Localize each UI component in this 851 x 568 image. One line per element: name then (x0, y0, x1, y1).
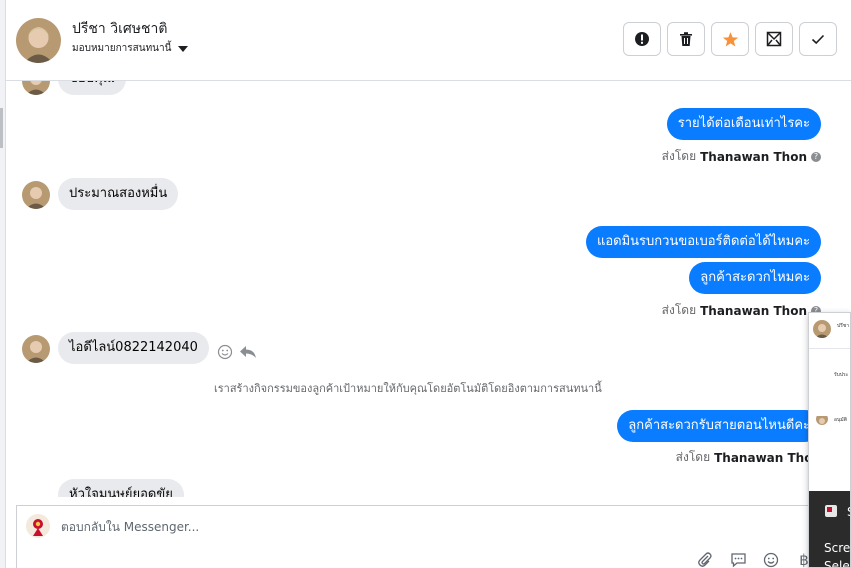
assign-conversation-dropdown[interactable]: มอบหมายการสนทนานี้ (72, 41, 189, 56)
sender-name: Thanawan Thon (714, 450, 821, 465)
float-line: รับประ (834, 372, 849, 378)
scrollbar-thumb[interactable] (0, 108, 3, 148)
incoming-message[interactable]: ประมาณสองหมื่น (58, 178, 179, 210)
assign-label: มอบหมายการสนทนานี้ (72, 43, 172, 54)
caret-down-icon (178, 45, 189, 52)
spam-button[interactable] (623, 22, 661, 56)
taskbar-preview: S Scre Sele (809, 491, 851, 568)
contact-name[interactable]: ปรีชา วิเศษชาติ (72, 18, 167, 40)
attachment-button[interactable] (695, 550, 715, 568)
divider (809, 348, 850, 349)
sent-by-prefix: ส่งโดย (675, 450, 711, 464)
saved-replies-button[interactable] (728, 550, 748, 568)
float-avatar-small (816, 413, 828, 425)
incoming-message[interactable]: หัวใจมนุษย์ยอดขัย (58, 479, 184, 497)
composer-tools: ฿ (695, 550, 814, 568)
sent-by-label: ส่งโดย Thanawan Thon ? (662, 147, 821, 166)
float-avatar (813, 320, 831, 338)
header-actions (623, 22, 837, 56)
outgoing-message[interactable]: รายได้ต่อเดือนเท่าไรคะ (666, 108, 821, 140)
floating-chat-window[interactable]: ปรีชา รับประ อนุมัติ S Scre Sele (808, 312, 851, 568)
sent-by-prefix: ส่งโดย (661, 149, 697, 163)
envelope-icon (766, 31, 782, 47)
reply-input[interactable] (61, 520, 561, 534)
check-icon (811, 34, 825, 45)
incoming-message[interactable]: ขอบคุณ (58, 81, 126, 95)
contact-avatar-small (22, 181, 50, 209)
system-note: เราสร้างกิจกรรมของลูกค้าเป้าหมายให้กับคุ… (214, 382, 602, 395)
sent-by-label: ส่งโดย Thanawan Thon ? (662, 301, 821, 320)
chat-bubble-icon (730, 553, 746, 568)
reply-icon[interactable] (239, 344, 257, 360)
paperclip-icon (698, 552, 712, 567)
contact-avatar-small (22, 81, 50, 95)
alert-icon (635, 32, 649, 46)
emoji-button[interactable] (761, 550, 781, 568)
star-icon (722, 31, 738, 47)
sender-name: Thanawan Thon (700, 303, 807, 318)
dark-label: S (847, 505, 850, 519)
sender-name: Thanawan Thon (700, 149, 807, 164)
message-thread[interactable]: ขอบคุณ รายได้ต่อเดือนเท่าไรคะ ส่งโดย Tha… (6, 81, 851, 497)
done-button[interactable] (799, 22, 837, 56)
dark-label: Scre (824, 541, 851, 555)
contact-avatar-small (22, 335, 50, 363)
mark-unread-button[interactable] (755, 22, 793, 56)
outgoing-message[interactable]: ลูกค้าสะดวกไหมคะ (689, 262, 821, 294)
outgoing-message[interactable]: ลูกค้าสะดวกรับสายตอนไหนดีคะ (617, 410, 821, 442)
help-icon[interactable]: ? (811, 151, 821, 162)
outgoing-message[interactable]: แอดมินรบกวนขอเบอร์ติดต่อได้ไหมคะ (585, 226, 821, 258)
trash-icon (680, 32, 692, 46)
smiley-icon[interactable] (217, 344, 233, 360)
app-icon (825, 505, 837, 517)
sent-by-prefix: ส่งโดย (661, 303, 697, 317)
page-avatar (26, 514, 50, 538)
dark-label: Sele (824, 559, 850, 568)
smiley-icon (763, 552, 779, 568)
sent-by-label: ส่งโดย Thanawan Thon (676, 448, 821, 467)
reply-composer: ฿ (16, 505, 816, 568)
float-name: ปรีชา (837, 323, 850, 329)
star-button[interactable] (711, 22, 749, 56)
float-line: อนุมัติ (834, 417, 847, 423)
delete-button[interactable] (667, 22, 705, 56)
conversation-header: ปรีชา วิเศษชาติ มอบหมายการสนทนานี้ (6, 0, 851, 81)
message-tools (217, 344, 257, 360)
incoming-message[interactable]: ไอดีไลน์0822142040 (58, 332, 209, 364)
contact-avatar[interactable] (16, 18, 61, 63)
